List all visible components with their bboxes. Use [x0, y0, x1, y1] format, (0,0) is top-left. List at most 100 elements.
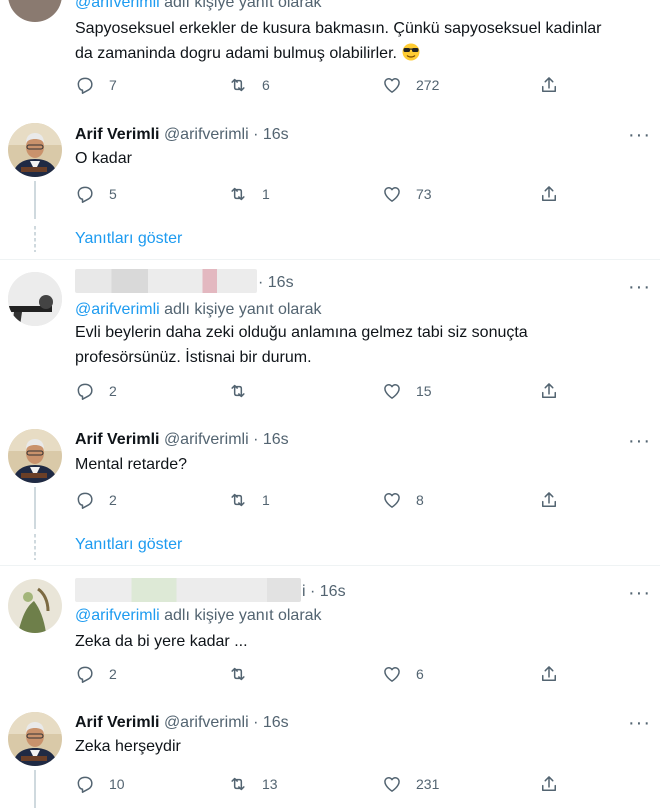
- more-options-icon[interactable]: ···: [628, 125, 651, 145]
- tweet-text: O kadar: [75, 150, 132, 167]
- avatar[interactable]: [8, 579, 62, 633]
- retweet-button[interactable]: [228, 379, 262, 403]
- retweet-icon: [231, 493, 245, 507]
- heart-icon: [384, 493, 400, 508]
- reply-to-suffix: adlı kişiye yanıt olarak: [159, 0, 322, 11]
- thread-dots: [34, 534, 36, 560]
- avatar[interactable]: [8, 123, 62, 177]
- like-button[interactable]: 8: [382, 488, 424, 512]
- tweet-6[interactable]: Arif Verimli @arifverimli · 16s ··· Zeka…: [0, 698, 660, 808]
- like-button[interactable]: 6: [382, 662, 424, 686]
- share-icon: [542, 776, 556, 791]
- author-handle[interactable]: @arifverimli: [164, 126, 249, 143]
- blurred-username: [75, 578, 301, 602]
- reply-icon: [77, 666, 93, 683]
- author-name[interactable]: Arif Verimli: [75, 714, 159, 731]
- show-replies-link[interactable]: Yanıtları göster: [75, 535, 182, 555]
- avatar[interactable]: [8, 272, 62, 326]
- reply-button[interactable]: 10: [75, 772, 125, 796]
- avatar-image: [8, 579, 62, 633]
- more-options-icon[interactable]: ···: [628, 431, 651, 451]
- author-handle[interactable]: @arifverimli: [164, 714, 249, 731]
- blurred-username: [75, 269, 257, 293]
- like-button[interactable]: 272: [382, 73, 439, 97]
- tweet-time[interactable]: · 16s: [258, 274, 294, 291]
- thread-line: [34, 770, 36, 808]
- reply-to-handle-link[interactable]: @arifverimli: [75, 301, 160, 318]
- share-icon: [542, 186, 556, 201]
- retweet-button[interactable]: 13: [228, 772, 278, 796]
- tweet-text: Zeka da bi yere kadar ...: [75, 633, 248, 650]
- like-count: 73: [416, 186, 432, 202]
- reply-button[interactable]: 5: [75, 182, 117, 206]
- tweet-time[interactable]: · 16s: [249, 126, 289, 143]
- show-replies-link[interactable]: Yanıtları göster: [75, 229, 182, 249]
- avatar[interactable]: [8, 0, 62, 22]
- tweet-text: Sapyoseksuel erkekler de kusura bakmasın…: [75, 16, 615, 66]
- thread-dots: [34, 226, 36, 252]
- tweet-actions: 2 15: [75, 379, 575, 403]
- share-button[interactable]: [539, 182, 559, 206]
- reply-to-handle-link[interactable]: @arifverimli: [75, 0, 160, 11]
- reply-icon: [77, 776, 93, 793]
- reply-to-suffix: adlı kişiye yanıt olarak: [159, 301, 322, 318]
- author-name[interactable]: Arif Verimli: [75, 431, 159, 448]
- share-button[interactable]: [539, 772, 559, 796]
- tweet-3[interactable]: · 16s ··· @arifverimli adlı kişiye yanıt…: [0, 260, 660, 410]
- tweet-2[interactable]: Arif Verimli @arifverimli · 16s ··· O ka…: [0, 108, 660, 258]
- tweet-5[interactable]: i · 16s ··· @arifverimli adlı kişiye yan…: [0, 566, 660, 698]
- author-handle[interactable]: @arifverimli: [164, 431, 249, 448]
- reply-to-suffix: adlı kişiye yanıt olarak: [159, 607, 322, 624]
- avatar[interactable]: [8, 429, 62, 483]
- tweet-1[interactable]: @arifverimli adlı kişiye yanıt olarak Sa…: [0, 0, 660, 108]
- avatar-image: [8, 272, 62, 326]
- heart-icon: [384, 78, 400, 93]
- tweet-text-content: Sapyoseksuel erkekler de kusura bakmasın…: [75, 20, 602, 62]
- like-count: 231: [416, 776, 440, 792]
- retweet-button[interactable]: 1: [228, 488, 270, 512]
- author-name[interactable]: Arif Verimli: [75, 126, 159, 143]
- tweet-header: Arif Verimli @arifverimli · 16s: [75, 713, 289, 733]
- reply-button[interactable]: 7: [75, 73, 117, 97]
- tweet-time[interactable]: · 16s: [249, 714, 289, 731]
- more-options-icon[interactable]: ···: [628, 713, 651, 733]
- reply-count: 2: [109, 666, 117, 682]
- avatar-image: [8, 123, 62, 177]
- avatar-image: [8, 429, 62, 483]
- like-button[interactable]: 231: [382, 772, 439, 796]
- reply-button[interactable]: 2: [75, 488, 117, 512]
- avatar[interactable]: [8, 712, 62, 766]
- share-button[interactable]: [539, 73, 559, 97]
- share-button[interactable]: [539, 488, 559, 512]
- like-button[interactable]: 15: [382, 379, 432, 403]
- more-options-icon[interactable]: ···: [628, 583, 651, 603]
- retweet-icon: [231, 78, 245, 92]
- retweet-button[interactable]: 1: [228, 182, 270, 206]
- retweet-button[interactable]: 6: [228, 73, 270, 97]
- heart-icon: [384, 187, 400, 202]
- retweet-icon: [231, 384, 245, 398]
- tweet-time[interactable]: · 16s: [249, 431, 289, 448]
- share-button[interactable]: [539, 379, 559, 403]
- like-button[interactable]: 73: [382, 182, 432, 206]
- more-options-icon[interactable]: ···: [628, 277, 651, 297]
- share-icon: [542, 666, 556, 681]
- tweet-time[interactable]: i · 16s: [302, 583, 346, 600]
- tweet-4[interactable]: Arif Verimli @arifverimli · 16s ··· Ment…: [0, 414, 660, 564]
- tweet-actions: 2 1 8: [75, 488, 575, 512]
- share-button[interactable]: [539, 662, 559, 686]
- like-count: 272: [416, 77, 440, 93]
- heart-icon: [384, 384, 400, 399]
- reply-count: 5: [109, 186, 117, 202]
- reply-button[interactable]: 2: [75, 379, 117, 403]
- retweet-icon: [231, 667, 245, 681]
- reply-button[interactable]: 2: [75, 662, 117, 686]
- reply-to-handle-link[interactable]: @arifverimli: [75, 607, 160, 624]
- tweet-actions: 10 13 231: [75, 772, 575, 796]
- retweet-count: 1: [262, 186, 270, 202]
- tweet-header: i · 16s: [302, 582, 346, 602]
- retweet-button[interactable]: [228, 662, 262, 686]
- reply-icon: [77, 77, 93, 94]
- tweet-text: Zeka herşeydir: [75, 738, 181, 755]
- thread-line: [34, 487, 36, 529]
